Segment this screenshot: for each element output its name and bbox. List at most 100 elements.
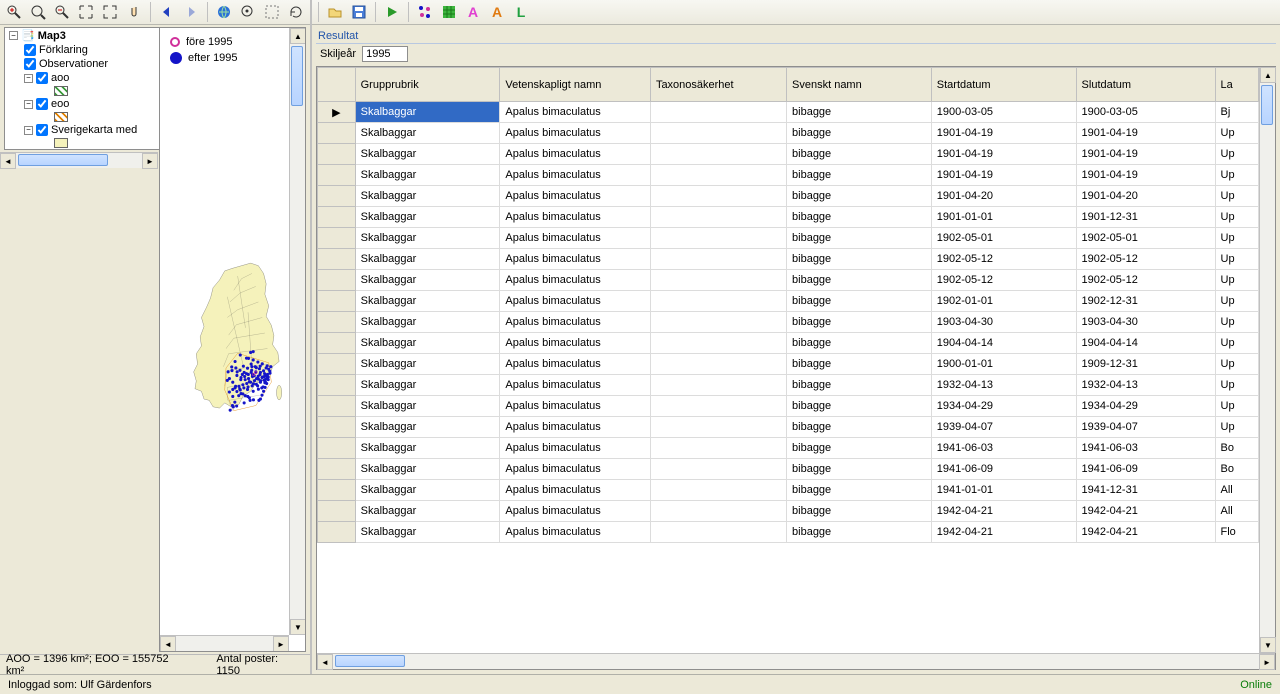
letter-a-pink-icon[interactable]: A <box>463 2 483 22</box>
observation-point[interactable] <box>231 381 234 384</box>
cell[interactable]: Apalus bimaculatus <box>500 312 651 333</box>
cell[interactable] <box>650 459 786 480</box>
layer-checkbox[interactable] <box>36 124 48 136</box>
cell[interactable]: 1901-04-19 <box>931 123 1076 144</box>
cell[interactable]: Up <box>1215 228 1258 249</box>
layer-item-label[interactable]: Förklaring <box>39 44 88 56</box>
cell[interactable]: 1904-04-14 <box>1076 333 1215 354</box>
observation-point[interactable] <box>246 367 249 370</box>
cell[interactable] <box>650 501 786 522</box>
cell[interactable]: bibagge <box>787 417 932 438</box>
cell[interactable] <box>650 417 786 438</box>
row-header[interactable] <box>318 123 356 144</box>
cell[interactable]: 1902-01-01 <box>931 291 1076 312</box>
col-header[interactable]: Slutdatum <box>1076 68 1215 102</box>
cell[interactable]: 1942-04-21 <box>931 522 1076 543</box>
letter-l-green-icon[interactable]: L <box>511 2 531 22</box>
cell[interactable] <box>650 291 786 312</box>
cell[interactable]: 1939-04-07 <box>1076 417 1215 438</box>
grid-hscroll[interactable]: ◄► <box>317 653 1275 669</box>
cell[interactable]: Skalbaggar <box>355 165 500 186</box>
cell[interactable]: 1904-04-14 <box>931 333 1076 354</box>
observation-point[interactable] <box>237 394 240 397</box>
observation-point[interactable] <box>235 374 238 377</box>
cell[interactable] <box>650 438 786 459</box>
cell[interactable]: 1900-01-01 <box>931 354 1076 375</box>
observation-point[interactable] <box>246 385 249 388</box>
cell[interactable]: bibagge <box>787 228 932 249</box>
cell[interactable]: 1941-06-03 <box>931 438 1076 459</box>
observation-point[interactable] <box>231 388 234 391</box>
observation-point[interactable] <box>250 365 253 368</box>
observation-point[interactable] <box>263 372 266 375</box>
col-header[interactable]: Startdatum <box>931 68 1076 102</box>
col-header[interactable] <box>318 68 356 102</box>
scroll-left-icon[interactable]: ◄ <box>0 153 16 169</box>
cell[interactable]: Apalus bimaculatus <box>500 375 651 396</box>
zoom-current-icon[interactable] <box>28 2 48 22</box>
observation-point[interactable] <box>257 388 260 391</box>
cell[interactable]: Up <box>1215 123 1258 144</box>
refresh-icon[interactable] <box>286 2 306 22</box>
table-row[interactable]: SkalbaggarApalus bimaculatusbibagge1902-… <box>318 228 1259 249</box>
tree-collapse-icon[interactable]: − <box>24 74 33 83</box>
table-row[interactable]: SkalbaggarApalus bimaculatusbibagge1902-… <box>318 291 1259 312</box>
observation-point[interactable] <box>236 370 239 373</box>
observation-point[interactable] <box>252 398 255 401</box>
observation-point[interactable] <box>227 370 230 373</box>
cell[interactable]: Apalus bimaculatus <box>500 501 651 522</box>
cell[interactable] <box>650 312 786 333</box>
layer-item-label[interactable]: aoo <box>51 72 69 84</box>
cell[interactable]: bibagge <box>787 438 932 459</box>
cell[interactable]: All <box>1215 480 1258 501</box>
observation-point[interactable] <box>261 362 264 365</box>
row-header[interactable] <box>318 333 356 354</box>
observation-point[interactable] <box>257 399 260 402</box>
cell[interactable]: Up <box>1215 249 1258 270</box>
play-icon[interactable] <box>382 2 402 22</box>
cell[interactable]: Skalbaggar <box>355 144 500 165</box>
cell[interactable]: bibagge <box>787 291 932 312</box>
observation-point[interactable] <box>260 394 263 397</box>
cell[interactable]: bibagge <box>787 501 932 522</box>
cell[interactable]: Up <box>1215 396 1258 417</box>
observation-point[interactable] <box>239 353 242 356</box>
deselect-icon[interactable] <box>262 2 282 22</box>
cell[interactable]: 1942-04-21 <box>1076 522 1215 543</box>
cell[interactable]: bibagge <box>787 249 932 270</box>
cell[interactable]: Up <box>1215 291 1258 312</box>
cell[interactable]: Skalbaggar <box>355 249 500 270</box>
cell[interactable]: 1941-06-09 <box>1076 459 1215 480</box>
cell[interactable]: 1942-04-21 <box>1076 501 1215 522</box>
cell[interactable]: bibagge <box>787 207 932 228</box>
col-header[interactable]: La <box>1215 68 1258 102</box>
cell[interactable]: 1901-04-19 <box>931 165 1076 186</box>
letter-a-orange-icon[interactable]: A <box>487 2 507 22</box>
layer-tree[interactable]: −📑Map3 Förklaring Observationer− aoo− eo… <box>4 27 162 150</box>
col-header[interactable]: Vetenskapligt namn <box>500 68 651 102</box>
cell[interactable]: Apalus bimaculatus <box>500 396 651 417</box>
globe-icon[interactable] <box>214 2 234 22</box>
table-row[interactable]: SkalbaggarApalus bimaculatusbibagge1934-… <box>318 396 1259 417</box>
row-header[interactable] <box>318 228 356 249</box>
grid-viewport[interactable]: GrupprubrikVetenskapligt namnTaxonosäker… <box>317 67 1259 653</box>
table-row[interactable]: SkalbaggarApalus bimaculatusbibagge1942-… <box>318 522 1259 543</box>
zoom-in-icon[interactable] <box>4 2 24 22</box>
layer-checkbox[interactable] <box>24 58 36 70</box>
cell[interactable]: 1900-03-05 <box>1076 102 1215 123</box>
table-row[interactable]: SkalbaggarApalus bimaculatusbibagge1939-… <box>318 417 1259 438</box>
cell[interactable]: Apalus bimaculatus <box>500 438 651 459</box>
cell[interactable]: Skalbaggar <box>355 396 500 417</box>
observation-point[interactable] <box>230 369 233 372</box>
cell[interactable]: 1942-04-21 <box>931 501 1076 522</box>
cell[interactable]: 1934-04-29 <box>1076 396 1215 417</box>
observation-point[interactable] <box>234 366 237 369</box>
cell[interactable]: 1901-04-20 <box>1076 186 1215 207</box>
observation-point[interactable] <box>244 378 247 381</box>
cell[interactable]: Skalbaggar <box>355 417 500 438</box>
cell[interactable] <box>650 228 786 249</box>
cell[interactable]: 1932-04-13 <box>931 375 1076 396</box>
row-header[interactable] <box>318 270 356 291</box>
row-header[interactable] <box>318 186 356 207</box>
cell[interactable]: Apalus bimaculatus <box>500 522 651 543</box>
